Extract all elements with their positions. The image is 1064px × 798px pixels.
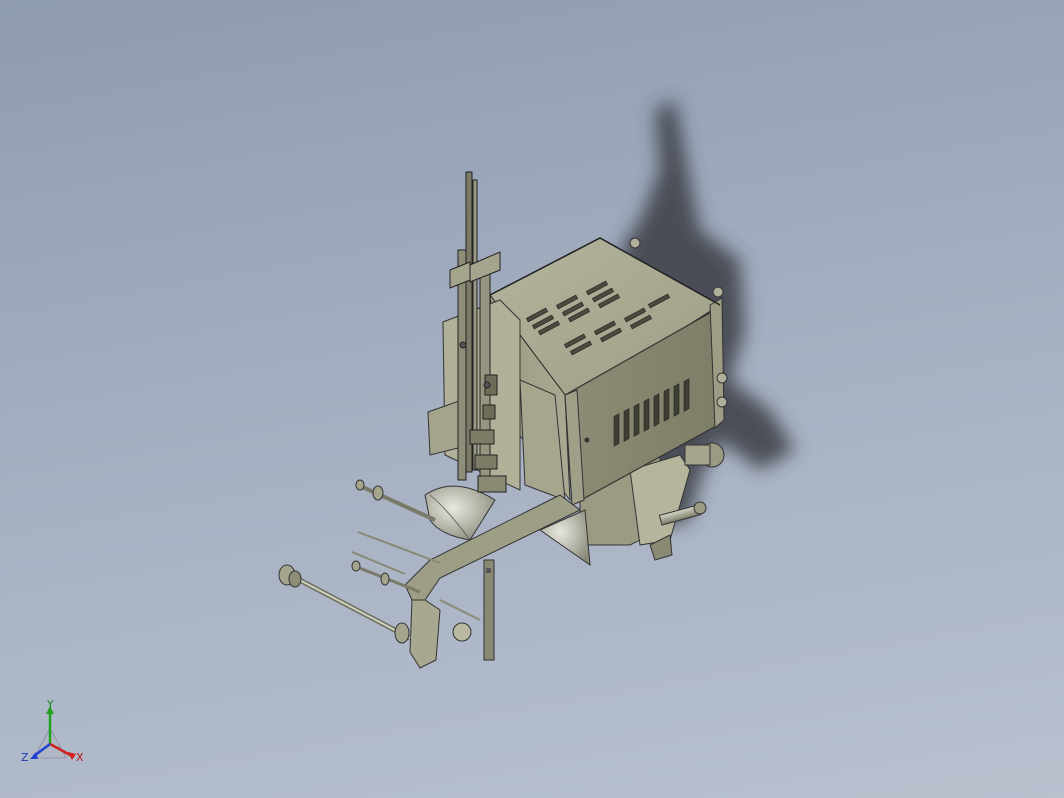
z-axis-label: Z [21, 751, 29, 764]
x-arrow-icon [68, 752, 76, 760]
3d-model-view[interactable] [0, 0, 1064, 798]
funnel-cone[interactable] [424, 485, 496, 541]
y-axis-label: Y [46, 700, 54, 711]
graphics-viewport[interactable]: Y X Z [0, 0, 1064, 798]
screw-hole [584, 437, 590, 443]
coordinate-triad: Y X Z [21, 700, 84, 764]
x-axis-label: X [76, 751, 84, 764]
